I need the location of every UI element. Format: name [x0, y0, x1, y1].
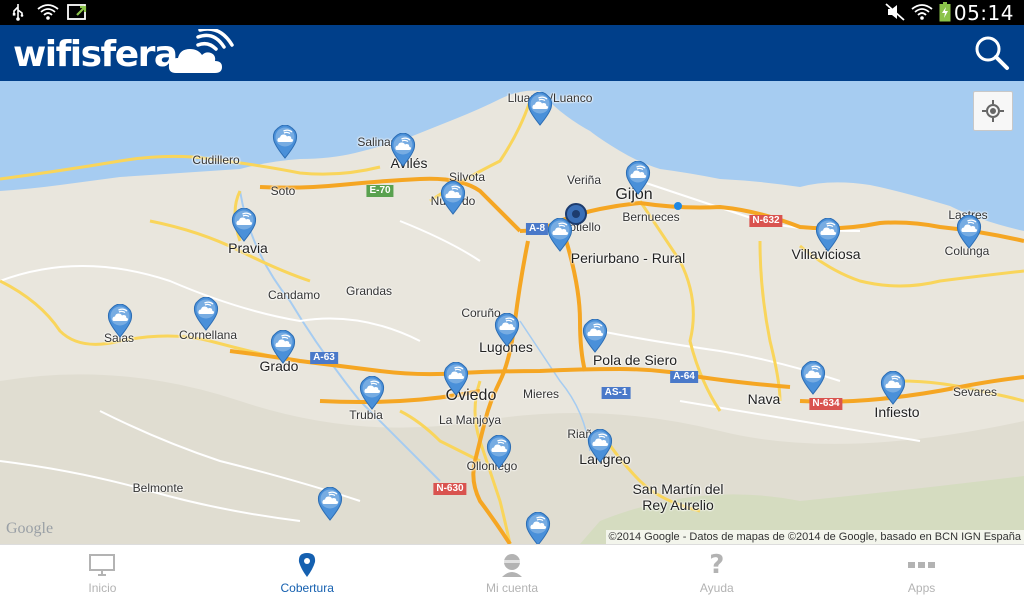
nav-item-inicio[interactable]: Inicio: [0, 545, 205, 600]
wifi-cloud-pin-icon[interactable]: [317, 486, 343, 521]
mute-icon: [884, 3, 906, 21]
screen-share-icon: [67, 3, 91, 21]
battery-charging-icon: [938, 2, 952, 22]
nav-label-mi-cuenta: Mi cuenta: [485, 581, 538, 595]
status-bar: 05:14: [0, 0, 1024, 25]
road-label: A-63: [310, 352, 338, 364]
place-label: Veriña: [566, 173, 602, 187]
wifi-cloud-icon: [168, 27, 236, 84]
help-icon: ?: [709, 550, 725, 580]
search-icon[interactable]: [972, 33, 1012, 73]
place-label: Bernueces: [622, 210, 680, 224]
road-label: N-632: [749, 215, 783, 227]
map-pin-icon: [298, 553, 316, 577]
wifi-cloud-pin-icon[interactable]: [525, 511, 551, 544]
wifi-cloud-pin-icon[interactable]: [359, 375, 385, 410]
wifi-icon: [911, 3, 933, 21]
road-label: AS-1: [601, 387, 631, 399]
wifi-cloud-pin-icon[interactable]: [107, 303, 133, 338]
wifi-cloud-pin-icon[interactable]: [390, 132, 416, 167]
wifi-cloud-pin-icon[interactable]: [231, 207, 257, 242]
current-location-marker: [565, 203, 587, 225]
app-logo-text: wifisfera: [13, 34, 178, 75]
wifi-alert-icon: [37, 3, 59, 21]
road-label: A-64: [670, 371, 698, 383]
nav-item-mi-cuenta[interactable]: Mi cuenta: [410, 545, 615, 600]
wifi-cloud-pin-icon[interactable]: [815, 217, 841, 252]
nav-item-cobertura[interactable]: Cobertura: [205, 545, 410, 600]
wifi-cloud-pin-icon[interactable]: [486, 434, 512, 469]
place-label: Grandas: [345, 284, 393, 298]
place-label: Belmonte: [132, 481, 184, 495]
wifi-cloud-pin-icon[interactable]: [880, 370, 906, 405]
wifi-cloud-pin-icon[interactable]: [625, 160, 651, 195]
nav-item-apps[interactable]: Apps: [819, 545, 1024, 600]
my-location-button[interactable]: [973, 91, 1013, 131]
wifi-cloud-pin-icon[interactable]: [527, 91, 553, 126]
map-copyright: ©2014 Google - Datos de mapas de ©2014 d…: [605, 530, 1024, 544]
wifi-cloud-pin-icon[interactable]: [440, 180, 466, 215]
place-label: Cudillero: [192, 153, 240, 167]
road-label: N-630: [433, 483, 467, 495]
place-label: La Manjoya: [438, 413, 502, 427]
place-label: Trubia: [349, 408, 383, 422]
place-label: Pola de Siero: [592, 352, 678, 368]
place-label: Rey Aurelio: [642, 497, 714, 513]
road-label: A-8: [525, 223, 549, 235]
apps-grid-icon: [907, 553, 936, 577]
wifi-cloud-pin-icon[interactable]: [582, 318, 608, 353]
google-logo: Google: [6, 520, 54, 537]
wifi-cloud-pin-icon[interactable]: [272, 124, 298, 159]
place-label: Soto: [270, 184, 296, 198]
usb-icon: [10, 3, 26, 21]
road-label: N-634: [809, 398, 843, 410]
nav-label-cobertura: Cobertura: [280, 581, 334, 595]
place-label: Sevares: [952, 385, 998, 399]
nav-label-inicio: Inicio: [88, 581, 117, 595]
place-label: San Martín del: [632, 481, 724, 497]
place-label: Nava: [747, 391, 781, 407]
monitor-icon: [89, 553, 116, 577]
place-label: Pravia: [228, 240, 268, 256]
nav-item-ayuda[interactable]: ? Ayuda: [614, 545, 819, 600]
place-label: Candamo: [267, 288, 321, 302]
nav-label-apps: Apps: [907, 581, 936, 595]
wifi-cloud-pin-icon[interactable]: [270, 329, 296, 364]
coverage-map[interactable]: Lluanco/LuancoSalinasAvilésCudilleroSilv…: [0, 81, 1024, 544]
bottom-navigation: Inicio Cobertura Mi cuenta ? Ayuda Apps: [0, 544, 1024, 600]
place-label: Infiesto: [874, 404, 920, 420]
wifi-cloud-pin-icon[interactable]: [800, 360, 826, 395]
wifi-cloud-pin-icon[interactable]: [956, 214, 982, 249]
wifi-cloud-pin-icon[interactable]: [587, 428, 613, 463]
wifi-cloud-pin-icon[interactable]: [494, 312, 520, 347]
place-label: Mieres: [522, 387, 560, 401]
nav-label-ayuda: Ayuda: [699, 581, 734, 595]
road-label: E-70: [366, 185, 394, 197]
place-label: Periurbano - Rural: [570, 250, 686, 266]
location-accuracy-dot: [674, 202, 682, 210]
app-bar: wifisfera: [0, 25, 1024, 81]
wifi-cloud-pin-icon[interactable]: [193, 296, 219, 331]
user-icon: [500, 553, 524, 577]
my-location-icon: [982, 100, 1004, 122]
status-time: 05:14: [953, 1, 1014, 25]
wifi-cloud-pin-icon[interactable]: [443, 361, 469, 396]
